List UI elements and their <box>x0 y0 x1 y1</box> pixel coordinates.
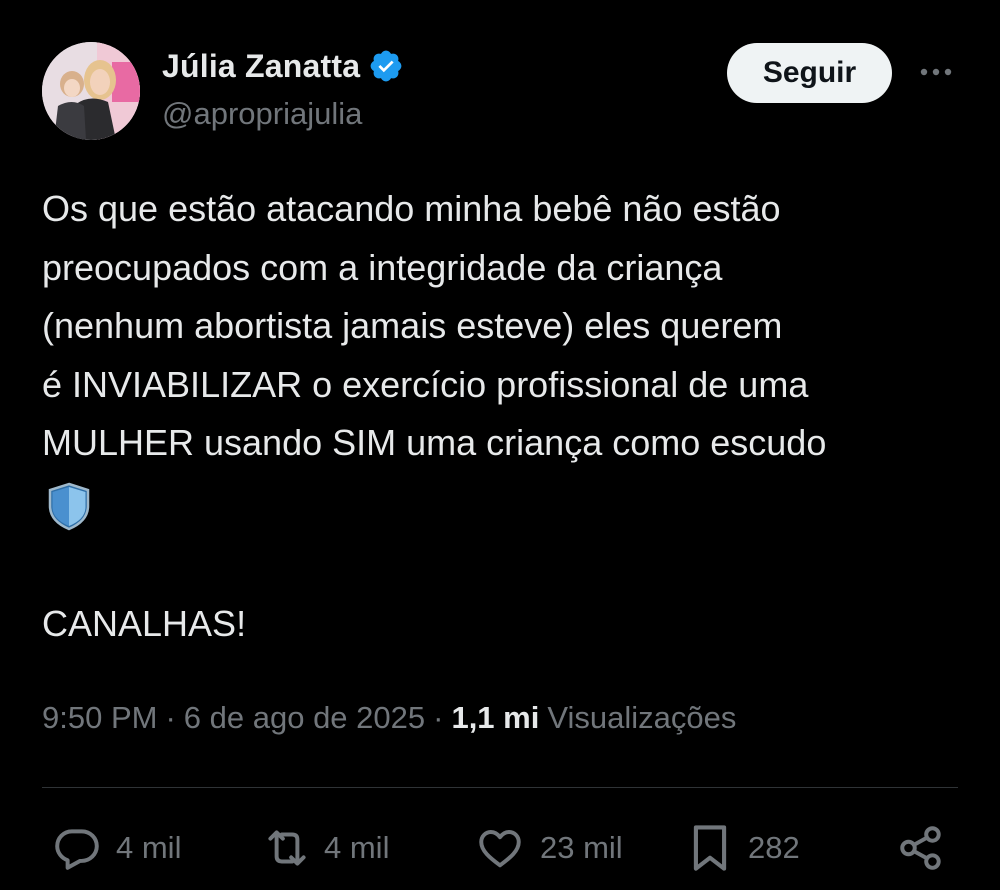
verified-badge-icon[interactable] <box>368 48 404 84</box>
meta-separator: · <box>165 700 176 735</box>
tweet-text-line: preocupados com a integridade da criança <box>42 246 723 288</box>
reply-count: 4 mil <box>116 830 182 865</box>
author-display-name[interactable]: Júlia Zanatta <box>162 48 360 85</box>
tweet-time[interactable]: 9:50 PM <box>42 700 157 736</box>
tweet-date[interactable]: 6 de ago de 2025 <box>184 700 425 736</box>
like-button[interactable]: 23 mil <box>474 818 623 878</box>
views-label: Visualizações <box>547 700 737 735</box>
repost-count: 4 mil <box>324 830 390 865</box>
bookmark-count: 282 <box>748 830 800 865</box>
reply-icon <box>52 823 102 873</box>
author-handle[interactable]: @apropriajulia <box>162 96 362 132</box>
author-name-row[interactable]: Júlia Zanatta <box>162 46 404 86</box>
repost-icon <box>260 823 314 873</box>
tweet-text-line: MULHER usando SIM uma criança como escud… <box>42 422 827 463</box>
meta-separator: · <box>433 700 444 735</box>
share-button[interactable] <box>896 818 946 878</box>
bookmark-icon <box>688 822 732 874</box>
tweet-text: Os que estão atacando minha bebê não est… <box>42 180 972 533</box>
reply-button[interactable]: 4 mil <box>52 818 181 878</box>
tweet-text-line: é INVIABILIZAR o exercício profissional … <box>42 363 809 405</box>
more-options-icon[interactable] <box>916 57 956 87</box>
tweet-text-line: Os que estão atacando minha bebê não est… <box>42 188 781 229</box>
avatar[interactable] <box>42 42 140 140</box>
share-icon <box>896 823 946 873</box>
bookmark-button[interactable]: 282 <box>688 818 800 878</box>
tweet-text-shout: CANALHAS! <box>42 603 247 644</box>
repost-button[interactable]: 4 mil <box>260 818 389 878</box>
shield-emoji-icon <box>42 479 96 533</box>
tweet-card: Júlia Zanatta @apropriajulia Seguir Os q… <box>0 0 1000 890</box>
tweet-text-line: (nenhum abortista jamais esteve) eles qu… <box>42 305 783 346</box>
views-count: 1,1 mi <box>451 700 540 735</box>
follow-button[interactable]: Seguir <box>727 43 892 103</box>
heart-icon <box>474 823 526 873</box>
action-bar: 4 mil 4 mil 23 mil 282 <box>0 818 1000 878</box>
divider <box>42 787 958 788</box>
tweet-meta: 9:50 PM · 6 de ago de 2025 · 1,1 mi Visu… <box>42 700 736 736</box>
like-count: 23 mil <box>540 830 623 865</box>
